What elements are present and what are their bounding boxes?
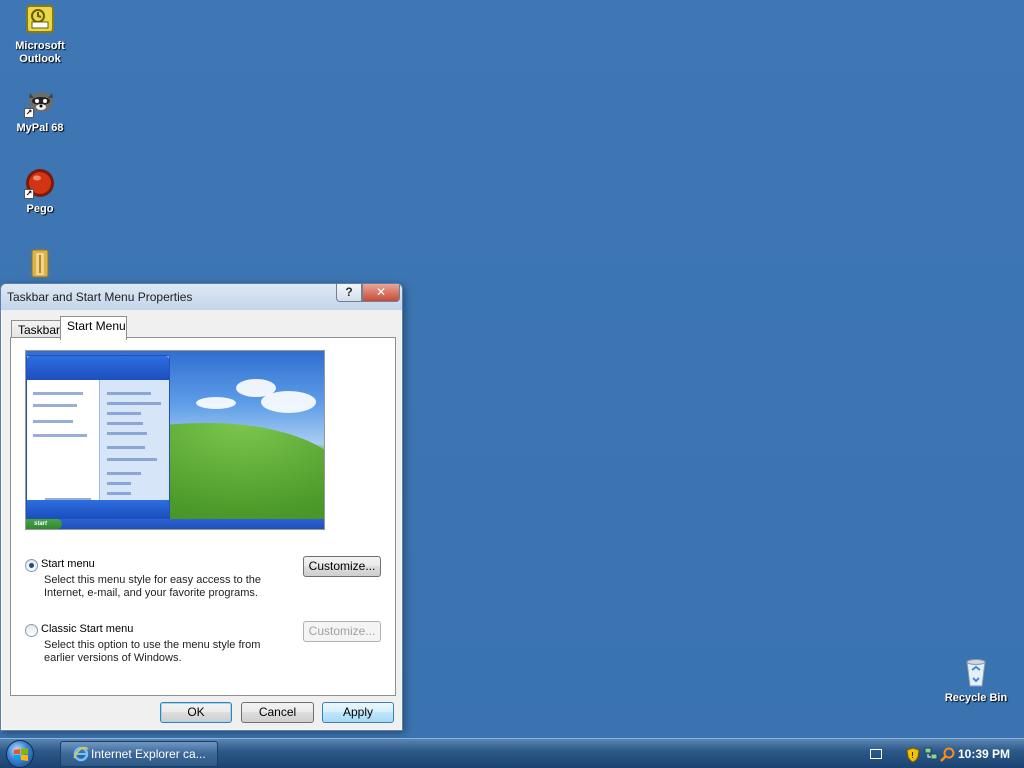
- start-menu-radio-label[interactable]: Start menu: [41, 558, 95, 570]
- security-shield-icon[interactable]: !: [906, 747, 920, 763]
- desktop-icon-mypal[interactable]: ↗ MyPal 68: [2, 86, 78, 135]
- classic-start-menu-radio[interactable]: [25, 624, 38, 637]
- taskbar-start-menu-properties-dialog: Taskbar and Start Menu Properties ? ✕ Ta…: [0, 283, 403, 731]
- raccoon-icon: ↗: [24, 86, 56, 118]
- desktop-icon-label: Microsoft Outlook: [15, 40, 65, 65]
- svg-text:!: !: [911, 751, 914, 760]
- preview-cloud: [196, 397, 236, 409]
- start-menu-tab-panel: start Start menu Select this menu style …: [10, 337, 396, 696]
- preview-menu-entry: [107, 392, 151, 395]
- cancel-button[interactable]: Cancel: [241, 702, 314, 723]
- preview-cloud: [261, 391, 316, 413]
- taskbar-clock[interactable]: 10:39 PM: [958, 747, 1010, 761]
- start-menu-preview-image: start: [25, 350, 325, 530]
- shortcut-arrow-icon: ↗: [24, 108, 34, 118]
- preview-start-menu-header: [27, 356, 169, 380]
- preview-menu-entry: [107, 446, 145, 449]
- preview-menu-entry: [33, 404, 77, 407]
- ok-button[interactable]: OK: [160, 702, 232, 723]
- classic-start-menu-description: Select this option to use the menu style…: [44, 639, 261, 664]
- dialog-title: Taskbar and Start Menu Properties: [7, 290, 193, 304]
- outlook-icon: [24, 4, 56, 36]
- desktop-icon-label: MyPal 68: [16, 122, 64, 134]
- preview-menu-entry: [107, 432, 147, 435]
- preview-menu-entry: [107, 482, 131, 485]
- customize-start-menu-button[interactable]: Customize...: [303, 556, 381, 577]
- desktop-icon-label: Pego: [26, 203, 54, 215]
- classic-start-menu-radio-label[interactable]: Classic Start menu: [41, 623, 133, 635]
- preview-menu-entry: [33, 434, 87, 437]
- preview-start-menu: [26, 355, 170, 519]
- dialog-client: Taskbar Start Menu start Start menu Sele…: [7, 310, 396, 724]
- search-icon[interactable]: [940, 747, 956, 763]
- desktop-icon-pego[interactable]: ↗ Pego: [2, 167, 78, 216]
- desktop-icon-recycle-bin[interactable]: Recycle Bin: [938, 656, 1014, 705]
- close-button[interactable]: ✕: [362, 284, 400, 302]
- internet-explorer-icon: [73, 746, 89, 762]
- keyboard-icon[interactable]: [870, 749, 882, 759]
- customize-classic-start-menu-button: Customize...: [303, 621, 381, 642]
- tab-start-menu[interactable]: Start Menu: [60, 316, 127, 340]
- preview-menu-entry: [107, 422, 143, 425]
- recycle-bin-icon: [960, 656, 992, 688]
- preview-start-menu-footer: [27, 500, 169, 518]
- shortcut-arrow-icon: ↗: [24, 189, 34, 199]
- desktop-icon-outlook[interactable]: Microsoft Outlook: [2, 4, 78, 66]
- taskbar-button-internet-explorer[interactable]: Internet Explorer ca...: [60, 741, 218, 767]
- taskbar: Internet Explorer ca... ! 10:39 PM: [0, 738, 1024, 768]
- desktop-icon-folder[interactable]: [0, 247, 76, 283]
- start-button[interactable]: [6, 740, 34, 768]
- desktop-icon-label: Recycle Bin: [944, 692, 1008, 704]
- pego-icon: ↗: [24, 167, 56, 199]
- start-menu-description: Select this menu style for easy access t…: [44, 574, 262, 599]
- windows-logo-icon: [14, 748, 28, 761]
- help-button[interactable]: ?: [336, 284, 362, 302]
- preview-menu-entry: [107, 472, 141, 475]
- preview-menu-entry: [33, 420, 73, 423]
- start-menu-radio[interactable]: [25, 559, 38, 572]
- apply-button[interactable]: Apply: [322, 702, 394, 723]
- preview-taskbar: start: [26, 519, 324, 529]
- dialog-titlebar[interactable]: Taskbar and Start Menu Properties ? ✕: [1, 284, 402, 310]
- preview-menu-entry: [33, 392, 83, 395]
- preview-menu-entry: [107, 402, 161, 405]
- preview-menu-entry: [107, 412, 141, 415]
- preview-menu-entry: [107, 492, 131, 495]
- folder-icon: [22, 247, 54, 279]
- preview-menu-entry: [107, 458, 157, 461]
- preview-start-button: start: [26, 519, 62, 529]
- network-icon[interactable]: [924, 747, 938, 761]
- taskbar-button-label: Internet Explorer ca...: [91, 747, 206, 761]
